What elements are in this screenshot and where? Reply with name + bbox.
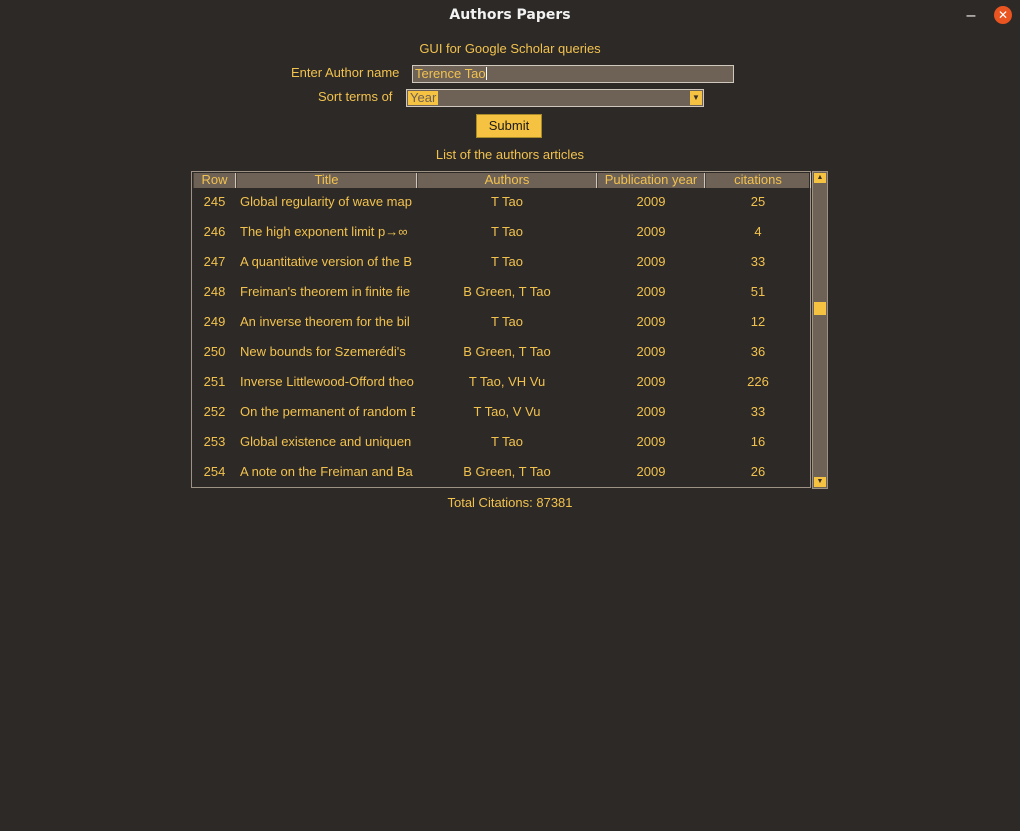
table-row[interactable]: 252 On the permanent of random B T Tao, …	[193, 397, 809, 427]
column-header-row[interactable]: Row	[193, 173, 236, 188]
article-title: Inverse Littlewood-Offord theo	[240, 374, 414, 389]
table-row[interactable]: 250 New bounds for Szemerédi's B Green, …	[193, 337, 809, 367]
table-row[interactable]: 246 The high exponent limit p→∞ T Tao 20…	[193, 217, 809, 247]
table-header: Row Title Authors Publication year citat…	[193, 173, 811, 188]
article-authors: B Green, T Tao	[463, 284, 551, 299]
chevron-down-icon[interactable]: ▼	[690, 91, 702, 105]
citation-count: 25	[750, 194, 766, 209]
article-title: A note on the Freiman and Ba	[240, 464, 413, 479]
table-row[interactable]: 247 A quantitative version of the B T Ta…	[193, 247, 809, 277]
citation-count: 26	[750, 464, 766, 479]
row-number: 245	[203, 194, 226, 209]
article-authors: B Green, T Tao	[463, 344, 551, 359]
row-number: 253	[203, 434, 226, 449]
submit-button[interactable]: Submit	[476, 114, 542, 138]
article-authors: B Green, T Tao	[463, 464, 551, 479]
article-title: Global existence and uniquen	[240, 434, 412, 449]
article-authors: T Tao	[490, 194, 524, 209]
article-authors: T Tao	[490, 224, 524, 239]
scroll-down-icon[interactable]: ▼	[814, 477, 826, 487]
citation-count: 36	[750, 344, 766, 359]
author-name-value: Terence Tao	[415, 66, 486, 81]
sort-select[interactable]: Year ▼	[406, 89, 704, 107]
column-header-citations[interactable]: citations	[705, 173, 811, 188]
article-authors: T Tao	[490, 434, 524, 449]
minimize-icon[interactable]: –	[963, 6, 979, 26]
author-name-input[interactable]: Terence Tao	[412, 65, 734, 83]
citation-count: 33	[750, 404, 766, 419]
row-number: 251	[203, 374, 226, 389]
close-icon[interactable]: ✕	[994, 6, 1012, 24]
table-row[interactable]: 254 A note on the Freiman and Ba B Green…	[193, 457, 809, 487]
row-number: 248	[203, 284, 226, 299]
article-authors: T Tao, V Vu	[473, 404, 541, 419]
table-row[interactable]: 253 Global existence and uniquen T Tao 2…	[193, 427, 809, 457]
row-number: 254	[203, 464, 226, 479]
article-title: Global regularity of wave map	[240, 194, 412, 209]
citation-count: 4	[754, 224, 762, 239]
publication-year: 2009	[636, 254, 666, 269]
articles-table[interactable]: Row Title Authors Publication year citat…	[191, 171, 811, 488]
publication-year: 2009	[636, 374, 666, 389]
table-row[interactable]: 249 An inverse theorem for the bil T Tao…	[193, 307, 809, 337]
table-row[interactable]: 245 Global regularity of wave map T Tao …	[193, 187, 809, 217]
row-number: 246	[203, 224, 226, 239]
citation-count: 51	[750, 284, 766, 299]
column-header-authors[interactable]: Authors	[417, 173, 597, 188]
row-number: 249	[203, 314, 226, 329]
article-title: A quantitative version of the B	[240, 254, 412, 269]
publication-year: 2009	[636, 434, 666, 449]
sort-selected-value: Year	[408, 90, 439, 105]
article-title: On the permanent of random B	[240, 404, 415, 419]
publication-year: 2009	[636, 404, 666, 419]
article-title: An inverse theorem for the bil	[240, 314, 410, 329]
scroll-up-icon[interactable]: ▲	[814, 173, 826, 183]
author-name-label: Enter Author name	[291, 65, 400, 80]
row-number: 252	[203, 404, 226, 419]
citation-count: 226	[747, 374, 769, 389]
row-number: 250	[203, 344, 226, 359]
column-header-publication-year[interactable]: Publication year	[597, 173, 705, 188]
article-title: The high exponent limit p→∞	[240, 224, 408, 239]
publication-year: 2009	[636, 224, 666, 239]
table-row[interactable]: 248 Freiman's theorem in finite fie B Gr…	[193, 277, 809, 307]
table-scrollbar[interactable]: ▲ ▼	[812, 171, 828, 489]
scrollbar-thumb[interactable]	[814, 302, 826, 315]
form-heading: GUI for Google Scholar queries	[419, 41, 601, 56]
total-citations: Total Citations: 87381	[447, 495, 573, 510]
row-number: 247	[203, 254, 226, 269]
article-title: Freiman's theorem in finite fie	[240, 284, 411, 299]
column-header-title[interactable]: Title	[236, 173, 417, 188]
sort-label: Sort terms of	[318, 89, 393, 104]
publication-year: 2009	[636, 284, 666, 299]
window-title: Authors Papers	[449, 7, 571, 23]
article-authors: T Tao	[490, 254, 524, 269]
publication-year: 2009	[636, 314, 666, 329]
table-row[interactable]: 251 Inverse Littlewood-Offord theo T Tao…	[193, 367, 809, 397]
citation-count: 33	[750, 254, 766, 269]
citation-count: 12	[750, 314, 766, 329]
article-authors: T Tao, VH Vu	[468, 374, 546, 389]
title-bar: Authors Papers – ✕	[0, 0, 1020, 32]
article-authors: T Tao	[490, 314, 524, 329]
citation-count: 16	[750, 434, 766, 449]
publication-year: 2009	[636, 344, 666, 359]
list-heading: List of the authors articles	[435, 147, 585, 162]
publication-year: 2009	[636, 194, 666, 209]
article-title: New bounds for Szemerédi's	[240, 344, 406, 359]
publication-year: 2009	[636, 464, 666, 479]
text-caret	[485, 67, 487, 80]
